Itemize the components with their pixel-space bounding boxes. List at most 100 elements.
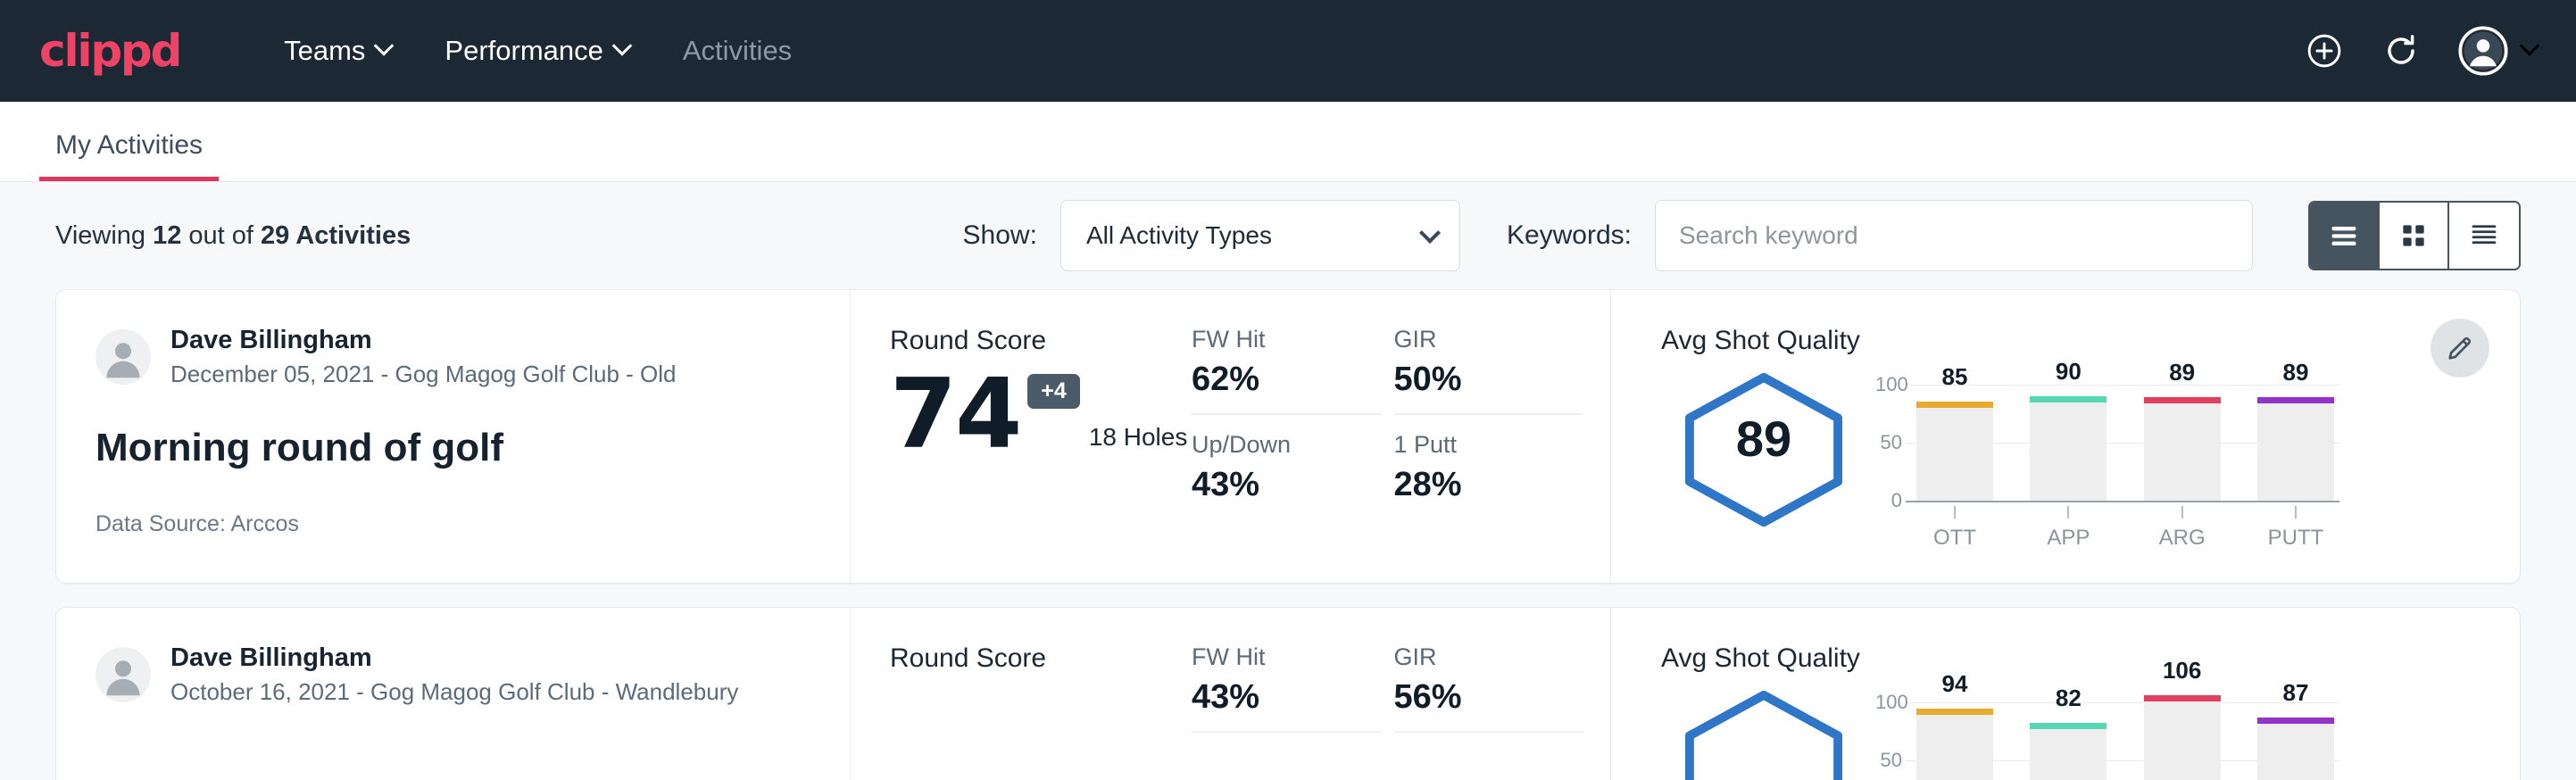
stat-fw-hit-value: 62% (1192, 361, 1362, 399)
nav-item-performance[interactable]: Performance (418, 26, 655, 76)
avg-shot-quality-label: Avg Shot Quality (1661, 643, 2520, 674)
stat-gir-value: 56% (1394, 678, 1565, 717)
chart-bar-value: 106 (2144, 657, 2221, 685)
stat-one-putt: 1 Putt 28% (1394, 431, 1584, 504)
chart-bar-cap (2030, 723, 2107, 729)
stat-up-down-label: Up/Down (1192, 431, 1362, 459)
chart-bar-cap (1916, 709, 1993, 715)
hexagon-icon (1674, 686, 1853, 780)
avg-shot-quality-column: Avg Shot Quality 050100 94 82 (1611, 608, 2520, 780)
stat-fw-hit-value: 43% (1192, 678, 1362, 717)
avg-shot-quality-body: 050100 94 82 106 (1661, 677, 2520, 780)
chart-bar-cap (1916, 402, 1993, 408)
activity-info-column: Dave Billingham December 05, 2021 - Gog … (56, 290, 851, 583)
refresh-icon[interactable] (2381, 31, 2421, 71)
chart-bar-fill (2257, 718, 2334, 780)
activity-author: Dave Billingham December 05, 2021 - Gog … (96, 326, 810, 388)
stat-fw-hit: FW Hit 43% (1192, 643, 1382, 733)
chart-bar-fill (2030, 396, 2107, 501)
chart-bar-ott: 85 (1916, 367, 1993, 501)
compact-list-view-icon[interactable] (2449, 203, 2519, 269)
account-menu[interactable] (2458, 26, 2537, 76)
viewing-total: 29 Activities (261, 221, 411, 250)
chart-x-tick-mark (1954, 506, 1956, 519)
top-navigation-bar: clippd Teams Performance Activities (0, 0, 2576, 102)
chart-bar-value: 90 (2030, 358, 2107, 386)
chart-bar-value: 87 (2257, 679, 2334, 707)
shot-quality-bar-chart: 050100 94 82 106 (1875, 677, 2339, 780)
stat-one-putt-label: 1 Putt (1394, 431, 1565, 459)
stat-gir: GIR 50% (1394, 326, 1584, 415)
score-differential-badge: +4 (1027, 374, 1080, 409)
view-mode-toggle-group (2308, 201, 2521, 270)
chart-bar-fill (1916, 709, 1993, 780)
app-logo[interactable]: clippd (39, 25, 180, 77)
stat-fw-hit: FW Hit 62% (1192, 326, 1382, 415)
add-circle-icon[interactable] (2305, 31, 2344, 71)
avatar (96, 329, 151, 385)
chart-bar-value: 89 (2144, 359, 2221, 386)
round-score-row: 74 +4 18 Holes (890, 370, 1192, 459)
activity-list: Dave Billingham December 05, 2021 - Gog … (0, 289, 2576, 780)
grid-view-icon[interactable] (2380, 203, 2449, 269)
nav-item-activities-label: Activities (683, 35, 792, 67)
chart-x-tick-label: PUTT (2257, 506, 2334, 551)
activity-meta: October 16, 2021 - Gog Magog Golf Club -… (170, 678, 738, 706)
author-name: Dave Billingham (170, 643, 738, 673)
chart-bar-fill (1916, 402, 1993, 501)
chart-bar-value: 89 (2257, 359, 2334, 386)
toolbar-controls: Show: All Activity Types Keywords: (963, 200, 2521, 271)
nav-item-teams[interactable]: Teams (257, 26, 418, 76)
chart-bar-app: 90 (2030, 367, 2107, 501)
activity-meta: December 05, 2021 - Gog Magog Golf Club … (170, 361, 677, 388)
chart-axis-line (1906, 501, 2339, 502)
chart-y-tick-label: 0 (1875, 489, 1902, 512)
list-view-icon[interactable] (2310, 203, 2380, 269)
author-name: Dave Billingham (170, 326, 677, 355)
chart-bar-cap (2144, 397, 2221, 403)
chevron-down-icon (1419, 221, 1441, 243)
filter-toolbar: Viewing 12 out of 29 Activities Show: Al… (0, 182, 2576, 289)
chart-y-tick-label: 100 (1875, 691, 1902, 714)
activity-type-select[interactable]: All Activity Types (1060, 200, 1460, 271)
activity-card[interactable]: Dave Billingham October 16, 2021 - Gog M… (55, 607, 2521, 780)
activity-card[interactable]: Dave Billingham December 05, 2021 - Gog … (55, 289, 2521, 584)
chart-bar-fill (2257, 397, 2334, 501)
stat-gir-value: 50% (1394, 361, 1565, 399)
activity-author: Dave Billingham October 16, 2021 - Gog M… (96, 643, 810, 706)
page-tab-bar: My Activities (0, 102, 2576, 182)
chart-x-tick-label: ARG (2144, 506, 2221, 551)
avatar (96, 647, 151, 702)
chart-bar-app: 82 (2030, 685, 2107, 780)
stat-fw-hit-label: FW Hit (1192, 326, 1362, 353)
activity-info-column: Dave Billingham October 16, 2021 - Gog M… (56, 608, 851, 780)
chart-bar-putt: 89 (2257, 367, 2334, 501)
chart-bars: 85 90 89 (1916, 367, 2334, 501)
show-label: Show: (963, 220, 1037, 251)
quality-score-value: 89 (1736, 410, 1791, 468)
nav-item-performance-label: Performance (445, 35, 602, 67)
nav-item-activities[interactable]: Activities (656, 26, 819, 76)
avg-shot-quality-body: 89 050100 85 90 89 (1661, 360, 2520, 551)
stat-up-down-value: 43% (1192, 466, 1362, 504)
chart-x-tick-mark (2181, 506, 2183, 519)
activity-title: Morning round of golf (96, 426, 810, 470)
viewing-count: 12 (153, 221, 181, 250)
primary-nav-links: Teams Performance Activities (257, 26, 819, 76)
activity-stats-grid: FW Hit 43% GIR 56% (1192, 608, 1611, 780)
viewing-mid: out of (181, 221, 261, 250)
edit-activity-button[interactable] (2431, 319, 2489, 378)
tab-my-activities[interactable]: My Activities (39, 130, 219, 181)
round-score-label: Round Score (890, 643, 1192, 674)
activity-stats-grid: FW Hit 62% GIR 50% Up/Down 43% 1 Putt 28… (1192, 290, 1611, 583)
avg-shot-quality-label: Avg Shot Quality (1661, 326, 2520, 356)
activity-data-source: Data Source: Arccos (96, 511, 810, 537)
shot-quality-bar-chart: 050100 85 90 89 (1875, 360, 2339, 551)
stat-gir-label: GIR (1394, 643, 1565, 671)
stat-gir-label: GIR (1394, 326, 1565, 353)
chevron-down-icon (612, 36, 633, 56)
quality-hexagon: 89 (1661, 360, 1866, 531)
search-input[interactable] (1655, 200, 2253, 271)
chart-bar-fill (2144, 397, 2221, 501)
chart-bar-cap (2030, 396, 2107, 402)
